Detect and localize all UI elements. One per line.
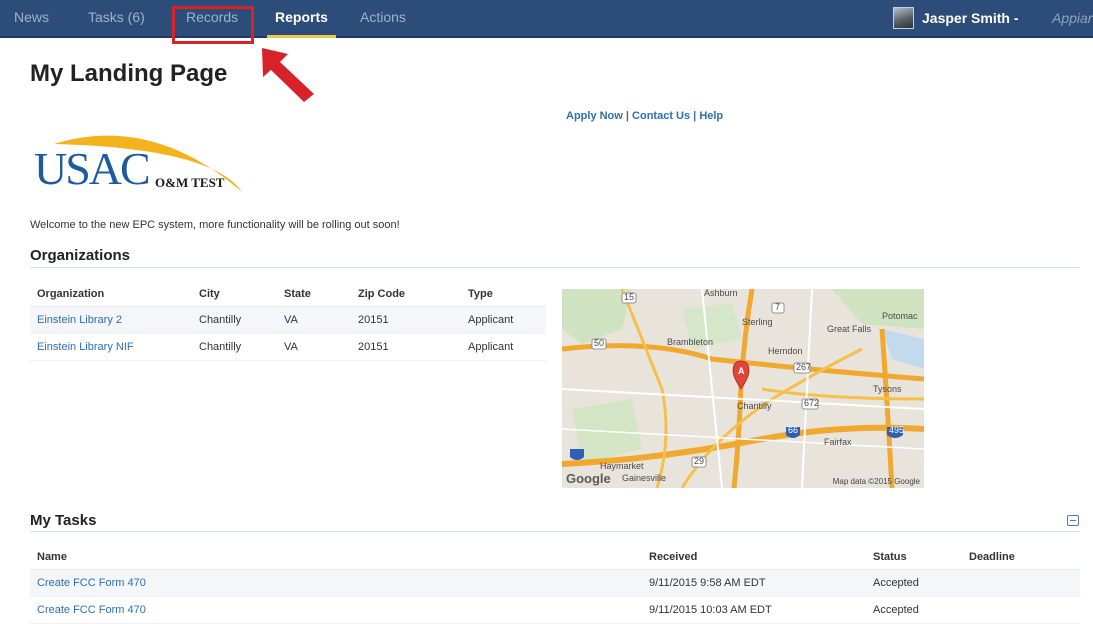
route-shield-label: 672 <box>804 398 820 408</box>
table-row: Einstein Library 2 Chantilly VA 20151 Ap… <box>30 306 546 334</box>
user-menu[interactable]: Jasper Smith - <box>922 0 1018 36</box>
map-label-ashburn: Ashburn <box>704 289 738 298</box>
route-shield-label: 66 <box>788 425 799 435</box>
table-header-row: Name Received Status Deadline <box>30 545 1080 570</box>
map-label-gainesville: Gainesville <box>622 473 667 483</box>
google-logo: Google <box>566 471 611 486</box>
usac-logo: USAC O&M TEST <box>32 122 252 202</box>
organizations-table: Organization City State Zip Code Type Ei… <box>30 282 546 361</box>
state-cell: VA <box>277 306 351 334</box>
route-shield-label: 7 <box>775 302 781 312</box>
map-label-tysons: Tysons <box>873 384 902 394</box>
deadline-cell <box>962 596 1080 624</box>
organization-link[interactable]: Einstein Library 2 <box>30 306 192 334</box>
app-name-logo: Appian <box>1052 10 1093 26</box>
welcome-message: Welcome to the new EPC system, more func… <box>30 219 400 231</box>
column-header-type[interactable]: Type <box>461 282 546 307</box>
red-arrow-annotation <box>262 48 314 102</box>
map-label-great-falls: Great Falls <box>827 324 872 334</box>
map-label-brambleton: Brambleton <box>667 337 714 347</box>
task-name-link[interactable]: Create FCC Form 470 <box>30 569 642 597</box>
city-cell: Chantilly <box>192 306 277 334</box>
nav-tab-actions[interactable]: Actions <box>360 0 406 36</box>
column-header-deadline[interactable]: Deadline <box>962 545 1080 570</box>
logo-subtext: O&M TEST <box>155 175 225 190</box>
tasks-table: Name Received Status Deadline Create FCC… <box>30 545 1080 624</box>
column-header-state[interactable]: State <box>277 282 351 307</box>
column-header-received[interactable]: Received <box>642 545 866 570</box>
page-title: My Landing Page <box>30 60 228 87</box>
column-header-name[interactable]: Name <box>30 545 642 570</box>
records-highlight-box <box>172 6 254 44</box>
table-row: Create FCC Form 470 9/11/2015 10:03 AM E… <box>30 596 1080 624</box>
top-nav-bar: News Tasks (6) Records Reports Actions J… <box>0 0 1093 38</box>
map-label-fairfax: Fairfax <box>824 437 852 447</box>
organizations-heading: Organizations <box>30 247 131 264</box>
section-divider <box>30 267 1080 268</box>
collapse-icon[interactable] <box>1067 515 1079 526</box>
zip-code-cell: 20151 <box>351 306 461 334</box>
status-cell: Accepted <box>866 596 962 624</box>
column-header-zip-code[interactable]: Zip Code <box>351 282 461 307</box>
my-tasks-heading: My Tasks <box>30 512 97 529</box>
map-marker-label: A <box>738 366 745 376</box>
contact-us-link[interactable]: Contact Us <box>632 110 690 122</box>
status-cell: Accepted <box>866 569 962 597</box>
active-tab-underline <box>267 35 336 38</box>
link-separator: | <box>693 110 697 122</box>
nav-tab-reports-label: Reports <box>275 9 328 25</box>
table-row: Create FCC Form 470 9/11/2015 9:58 AM ED… <box>30 569 1080 597</box>
map-label-chantilly: Chantilly <box>737 401 772 411</box>
received-cell: 9/11/2015 10:03 AM EDT <box>642 596 866 624</box>
route-shield-label: 15 <box>624 292 635 302</box>
route-shield-label: 50 <box>594 338 605 348</box>
received-cell: 9/11/2015 9:58 AM EDT <box>642 569 866 597</box>
column-header-city[interactable]: City <box>192 282 277 307</box>
map-label-potomac: Potomac <box>882 311 918 321</box>
route-shield-label: 29 <box>694 456 705 466</box>
zip-code-cell: 20151 <box>351 333 461 361</box>
city-cell: Chantilly <box>192 333 277 361</box>
section-divider <box>30 531 1080 532</box>
help-link[interactable]: Help <box>699 110 723 122</box>
map-label-sterling: Sterling <box>742 317 773 327</box>
user-avatar[interactable] <box>893 7 914 29</box>
link-separator: | <box>625 110 629 122</box>
logo-text: USAC <box>34 143 151 194</box>
deadline-cell <box>962 569 1080 597</box>
route-shield-label: 267 <box>796 362 812 372</box>
header-links: Apply Now | Contact Us | Help <box>566 110 723 122</box>
apply-now-link[interactable]: Apply Now <box>566 110 623 122</box>
task-name-link[interactable]: Create FCC Form 470 <box>30 596 642 624</box>
map-label-haymarket: Haymarket <box>600 461 644 471</box>
nav-tab-tasks[interactable]: Tasks (6) <box>88 0 145 36</box>
type-cell: Applicant <box>461 306 546 334</box>
map-credit: Map data ©2015 Google <box>832 477 920 486</box>
type-cell: Applicant <box>461 333 546 361</box>
organization-link[interactable]: Einstein Library NIF <box>30 333 192 361</box>
state-cell: VA <box>277 333 351 361</box>
nav-tab-reports[interactable]: Reports <box>267 0 336 38</box>
location-map[interactable]: 15 7 50 267 672 66 495 29 Ashburn Potoma… <box>562 289 924 488</box>
nav-tab-news[interactable]: News <box>14 0 49 36</box>
route-shield-label: 495 <box>889 425 905 435</box>
table-header-row: Organization City State Zip Code Type <box>30 282 546 307</box>
column-header-status[interactable]: Status <box>866 545 962 570</box>
column-header-organization[interactable]: Organization <box>30 282 192 307</box>
map-label-herndon: Herndon <box>768 346 803 356</box>
table-row: Einstein Library NIF Chantilly VA 20151 … <box>30 333 546 361</box>
